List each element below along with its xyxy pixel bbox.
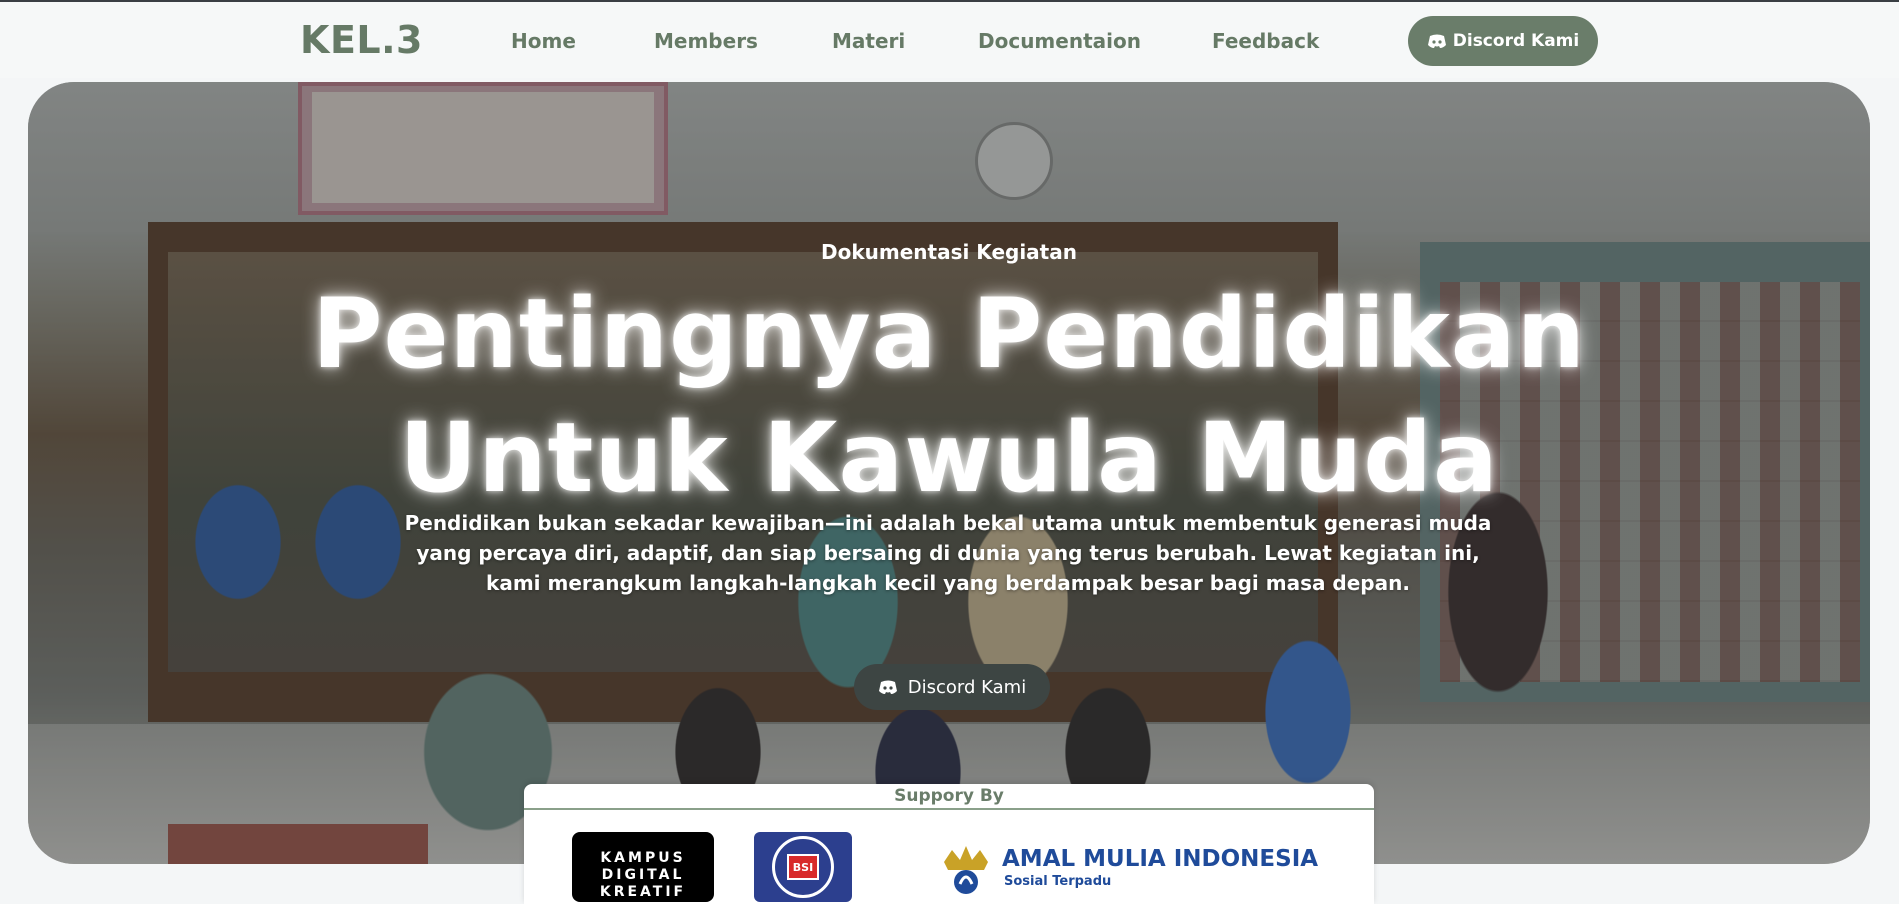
support-divider [524, 808, 1374, 810]
support-title: Suppory By [894, 786, 1004, 806]
crown-icon [944, 846, 988, 894]
ami-logo-tagline: Sosial Terpadu [1004, 874, 1112, 889]
nav-link-documentation[interactable]: Documentaion [978, 29, 1141, 53]
hero-subtext: Pendidikan bukan sekadar kewajiban—ini a… [404, 511, 1492, 595]
kampus-logo-line-3: KREATIF [599, 884, 687, 900]
hero-headline-line-1: Pentingnya Pendidikan [312, 278, 1586, 390]
navbar: KEL.3 Home Members Materi Documentaion F… [0, 2, 1899, 78]
discord-icon [878, 680, 898, 695]
nav-link-feedback[interactable]: Feedback [1212, 29, 1319, 53]
kampus-logo-line-1: KAMPUS [600, 850, 686, 866]
kampus-digital-kreatif-logo: KAMPUS DIGITAL KREATIF [572, 832, 714, 902]
support-card: Suppory By KAMPUS DIGITAL KREATIF BSI AM… [524, 784, 1374, 904]
nav-link-home[interactable]: Home [511, 29, 576, 53]
nav-link-members[interactable]: Members [654, 29, 758, 53]
site-logo[interactable]: KEL.3 [300, 18, 423, 62]
hero-section: Dokumentasi Kegiatan Pentingnya Pendidik… [28, 82, 1870, 864]
hero-headline-line-2: Untuk Kawula Muda [399, 402, 1499, 514]
bsi-logo: BSI [754, 832, 852, 902]
kampus-logo-line-2: DIGITAL [601, 867, 685, 883]
hero-eyebrow: Dokumentasi Kegiatan [821, 240, 1077, 264]
hero-content: Dokumentasi Kegiatan Pentingnya Pendidik… [28, 82, 1870, 864]
discord-icon [1427, 34, 1447, 49]
ami-logo-name: AMAL MULIA INDONESIA [1002, 846, 1319, 872]
hero-discord-label: Discord Kami [907, 676, 1027, 698]
hero-discord-button[interactable]: Discord Kami [854, 664, 1050, 710]
amal-mulia-indonesia-logo: AMAL MULIA INDONESIA Sosial Terpadu [938, 836, 1318, 904]
bsi-logo-mark: BSI [787, 854, 819, 880]
hero-headline: Pentingnya Pendidikan Untuk Kawula Muda [28, 272, 1870, 520]
nav-discord-label: Discord Kami [1452, 31, 1580, 51]
nav-link-materi[interactable]: Materi [832, 29, 905, 53]
nav-discord-button[interactable]: Discord Kami [1408, 16, 1598, 66]
